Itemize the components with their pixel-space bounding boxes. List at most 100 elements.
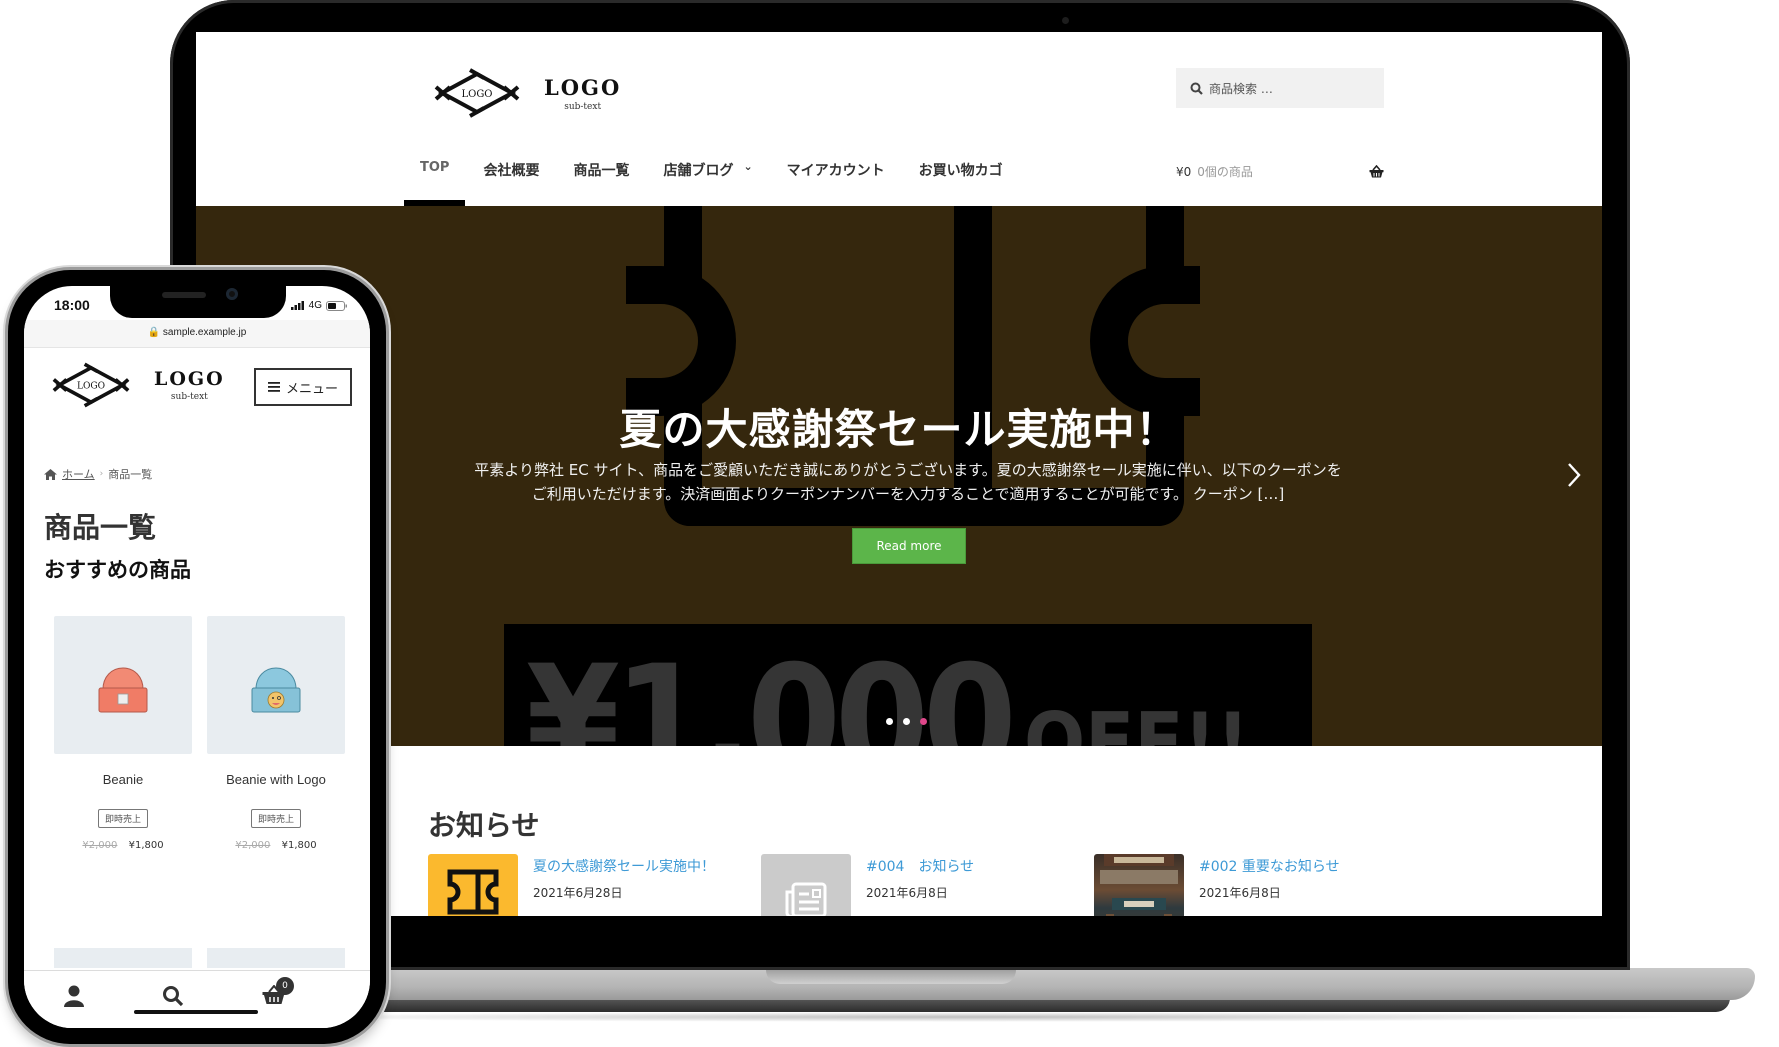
laptop-camera [1062,17,1069,24]
laptop-shadow [230,1012,1710,1022]
read-more-button[interactable]: Read more [852,528,966,564]
site-header: LOGO LOGO sub-text 商品検索 … TOP 会社概要 商品一覧 … [196,32,1602,206]
news-title-link[interactable]: #002 重要なお知らせ [1199,856,1340,876]
phone-notch [110,286,286,318]
breadcrumb-home-link[interactable]: ホーム [62,466,95,482]
battery-icon [326,300,347,311]
next-product-card-peek [54,948,192,968]
product-grid: Beanie 即時売上 ¥2,000 ¥1,800 Beanie with Lo… [54,616,345,851]
logo-subtitle: sub-text [564,101,602,112]
home-indicator[interactable] [134,1010,258,1014]
menu-button-label: メニュー [285,381,338,397]
product-search-input[interactable]: 商品検索 … [1176,68,1384,108]
product-image[interactable] [207,616,345,754]
mobile-bottom-bar: 0 [24,970,370,1028]
original-price: ¥2,000 [235,840,271,851]
newspaper-icon [785,882,827,916]
breadcrumb-current: 商品一覧 [108,468,153,481]
status-time: 18:00 [54,297,90,313]
main-navigation: TOP 会社概要 商品一覧 店舗ブログ ⌄ マイアカウント お買い物カゴ [404,160,1019,206]
hero-bg-price-banner: ¥1,000 OFF!! [504,624,1312,746]
hero-title: 夏の大感謝祭セール実施中！ [619,405,1179,454]
news-item[interactable]: #002 重要なお知らせ 2021年6月8日 [1094,854,1427,916]
url-text: sample.example.jp [162,327,247,338]
laptop-base-bottom [175,998,1730,1012]
nav-label: TOP [420,160,450,175]
mobile-site-logo[interactable]: LOGO LOGO sub-text [52,362,225,408]
mobile-menu-button[interactable]: メニュー [254,368,352,406]
hero-bg-price-off: OFF!! [1024,696,1250,746]
product-price: ¥2,000 ¥1,800 [54,840,192,851]
instant-sale-badge: 即時売上 [97,809,148,828]
basket-icon [1369,165,1384,178]
news-thumbnail-storefront[interactable] [1094,854,1184,916]
news-date: 2021年6月28日 [533,886,623,900]
slider-dot[interactable] [903,718,910,725]
site-logo[interactable]: LOGO LOGO sub-text [434,68,621,118]
product-card[interactable]: Beanie with Logo 即時売上 ¥2,000 ¥1,800 [207,616,345,851]
search-icon[interactable] [162,985,184,1007]
beanie-with-logo-image [251,667,301,713]
status-indicators: 4G [290,300,348,311]
product-card[interactable]: Beanie 即時売上 ¥2,000 ¥1,800 [54,616,192,851]
sale-price: ¥1,800 [281,840,317,851]
product-price: ¥2,000 ¥1,800 [207,840,345,851]
news-title-link[interactable]: #004 お知らせ [866,856,974,876]
phone-screen: 18:00 4G 🔒 sample.example.jp LOGO LOGO s… [24,286,370,1028]
nav-item-products[interactable]: 商品一覧 [557,160,645,206]
chevron-right-icon[interactable] [1566,461,1582,489]
featured-products-heading: おすすめの商品 [44,558,191,582]
mobile-cart-button[interactable]: 0 [262,977,294,1009]
logo-title: LOGO [154,368,225,390]
cart-item-count: 0個の商品 [1197,165,1253,179]
search-icon [1190,82,1203,95]
cart-amount: ¥0 [1176,164,1192,179]
header-cart-summary[interactable]: ¥0 0個の商品 [1176,163,1384,180]
instant-sale-badge: 即時売上 [250,809,301,828]
nav-item-company[interactable]: 会社概要 [467,160,555,206]
nav-label: 店舗ブログ [663,163,734,179]
home-icon [44,468,57,480]
news-thumbnail[interactable]: 1,000 [428,854,518,916]
news-date: 2021年6月8日 [866,886,948,900]
browser-url-bar[interactable]: 🔒 sample.example.jp [24,320,370,348]
laptop-screen: LOGO LOGO sub-text 商品検索 … TOP 会社概要 商品一覧 … [196,32,1602,916]
phone-frame: 18:00 4G 🔒 sample.example.jp LOGO LOGO s… [8,270,386,1044]
original-price: ¥2,000 [82,840,118,851]
logo-mark-icon: LOGO [52,362,130,408]
product-name[interactable]: Beanie [54,772,192,787]
news-thumbnail[interactable] [761,854,851,916]
news-section: お知らせ 1,000 夏の大感謝祭セール実施中！ 2021年6月28日 [196,746,1602,916]
news-item[interactable]: 1,000 夏の大感謝祭セール実施中！ 2021年6月28日 [428,854,761,916]
lock-icon: 🔒 [147,327,161,338]
beanie-image [98,667,148,713]
news-item[interactable]: #004 お知らせ 2021年6月8日 [761,854,1094,916]
next-product-card-peek [207,948,345,968]
phone-camera [226,288,238,300]
laptop-opening-notch [766,968,1016,984]
nav-label: 商品一覧 [573,163,630,179]
nav-item-blog[interactable]: 店舗ブログ ⌄ [647,160,768,206]
slider-dot[interactable] [886,718,893,725]
hero-bg-price-value: ¥1,000 [526,634,1017,746]
nav-item-top[interactable]: TOP [404,160,466,206]
hamburger-icon [267,382,280,392]
breadcrumb: ホーム › 商品一覧 [44,466,152,482]
news-list: 1,000 夏の大感謝祭セール実施中！ 2021年6月28日 [428,854,1427,916]
product-name[interactable]: Beanie with Logo [207,772,345,787]
hero-slider: ¥1,000 OFF!! 夏の大感謝祭セール実施中！ 平素より弊社 EC サイト… [196,206,1602,746]
slider-dot-active[interactable] [920,718,927,725]
nav-item-cart[interactable]: お買い物カゴ [903,160,1019,206]
account-icon[interactable] [64,985,84,1007]
sale-price: ¥1,800 [128,840,164,851]
logo-subtitle: sub-text [170,392,208,402]
news-heading: お知らせ [428,809,540,842]
nav-item-my-account[interactable]: マイアカウント [771,160,901,206]
search-placeholder: 商品検索 … [1209,81,1273,96]
nav-label: お買い物カゴ [918,163,1003,179]
nav-label: マイアカウント [786,163,885,179]
news-title-link[interactable]: 夏の大感謝祭セール実施中！ [533,856,715,876]
signal-icon [290,301,304,310]
svg-text:LOGO: LOGO [461,89,492,100]
product-image[interactable] [54,616,192,754]
